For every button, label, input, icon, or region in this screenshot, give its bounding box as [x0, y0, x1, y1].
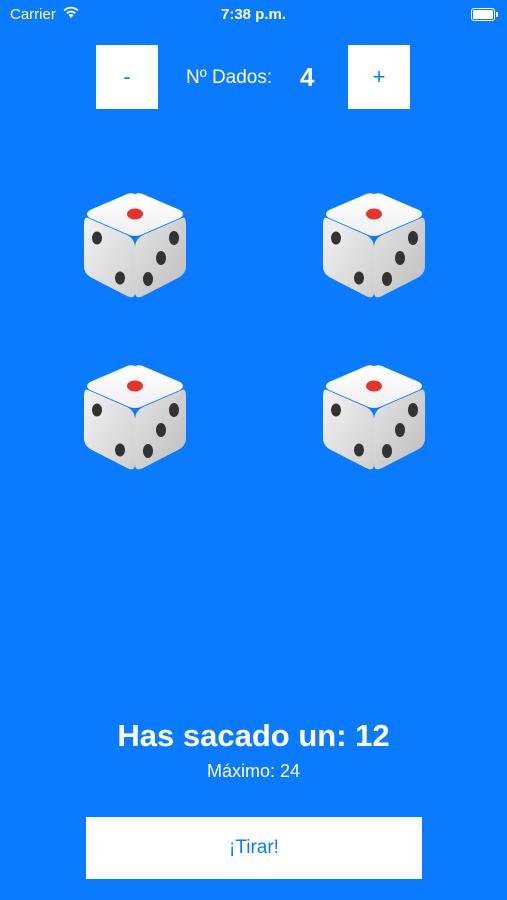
- die-right-pip: [408, 231, 418, 245]
- die-right-pip: [156, 423, 166, 437]
- die-right-pip: [382, 444, 392, 458]
- die-3: [80, 360, 190, 474]
- die-left-pip: [331, 231, 341, 245]
- die-icon: [323, 193, 425, 298]
- die-right-pip: [169, 403, 179, 417]
- die-right-pip: [169, 231, 179, 245]
- die-left-pip: [331, 403, 341, 417]
- die-icon: [84, 365, 186, 470]
- die-icon: [323, 365, 425, 470]
- die-left-pip: [92, 403, 102, 417]
- die-right-pip: [156, 251, 166, 265]
- battery-icon: [471, 8, 498, 21]
- die-right-pip: [143, 272, 153, 286]
- die-icon: [84, 193, 186, 298]
- die-left-pip: [92, 231, 102, 245]
- die-left-pip: [354, 443, 364, 457]
- die-left-pip: [354, 271, 364, 285]
- die-1: [80, 188, 190, 302]
- increase-dice-button[interactable]: +: [348, 45, 410, 109]
- die-top-pip: [127, 208, 143, 220]
- die-top-pip: [127, 380, 143, 392]
- roll-button[interactable]: ¡Tirar!: [86, 817, 422, 879]
- dice-count-label: Nº Dados:: [186, 67, 273, 88]
- decrease-dice-button[interactable]: -: [96, 45, 158, 109]
- die-right-pip: [395, 423, 405, 437]
- die-right-pip: [143, 444, 153, 458]
- die-top-pip: [366, 208, 382, 220]
- die-right-pip: [382, 272, 392, 286]
- die-2: [319, 188, 429, 302]
- max-result: Máximo: 24: [206, 761, 301, 781]
- die-right-pip: [408, 403, 418, 417]
- status-bar: Carrier 7:38 p.m.: [0, 0, 507, 30]
- die-top-pip: [366, 380, 382, 392]
- die-4: [319, 360, 429, 474]
- die-left-pip: [115, 443, 125, 457]
- die-right-pip: [395, 251, 405, 265]
- die-left-pip: [115, 271, 125, 285]
- status-time: 7:38 p.m.: [220, 6, 287, 23]
- roll-result: Has sacado un: 12: [117, 718, 390, 753]
- dice-count-value: 4: [300, 62, 315, 92]
- dice-counter: - Nº Dados: 4 +: [0, 45, 507, 109]
